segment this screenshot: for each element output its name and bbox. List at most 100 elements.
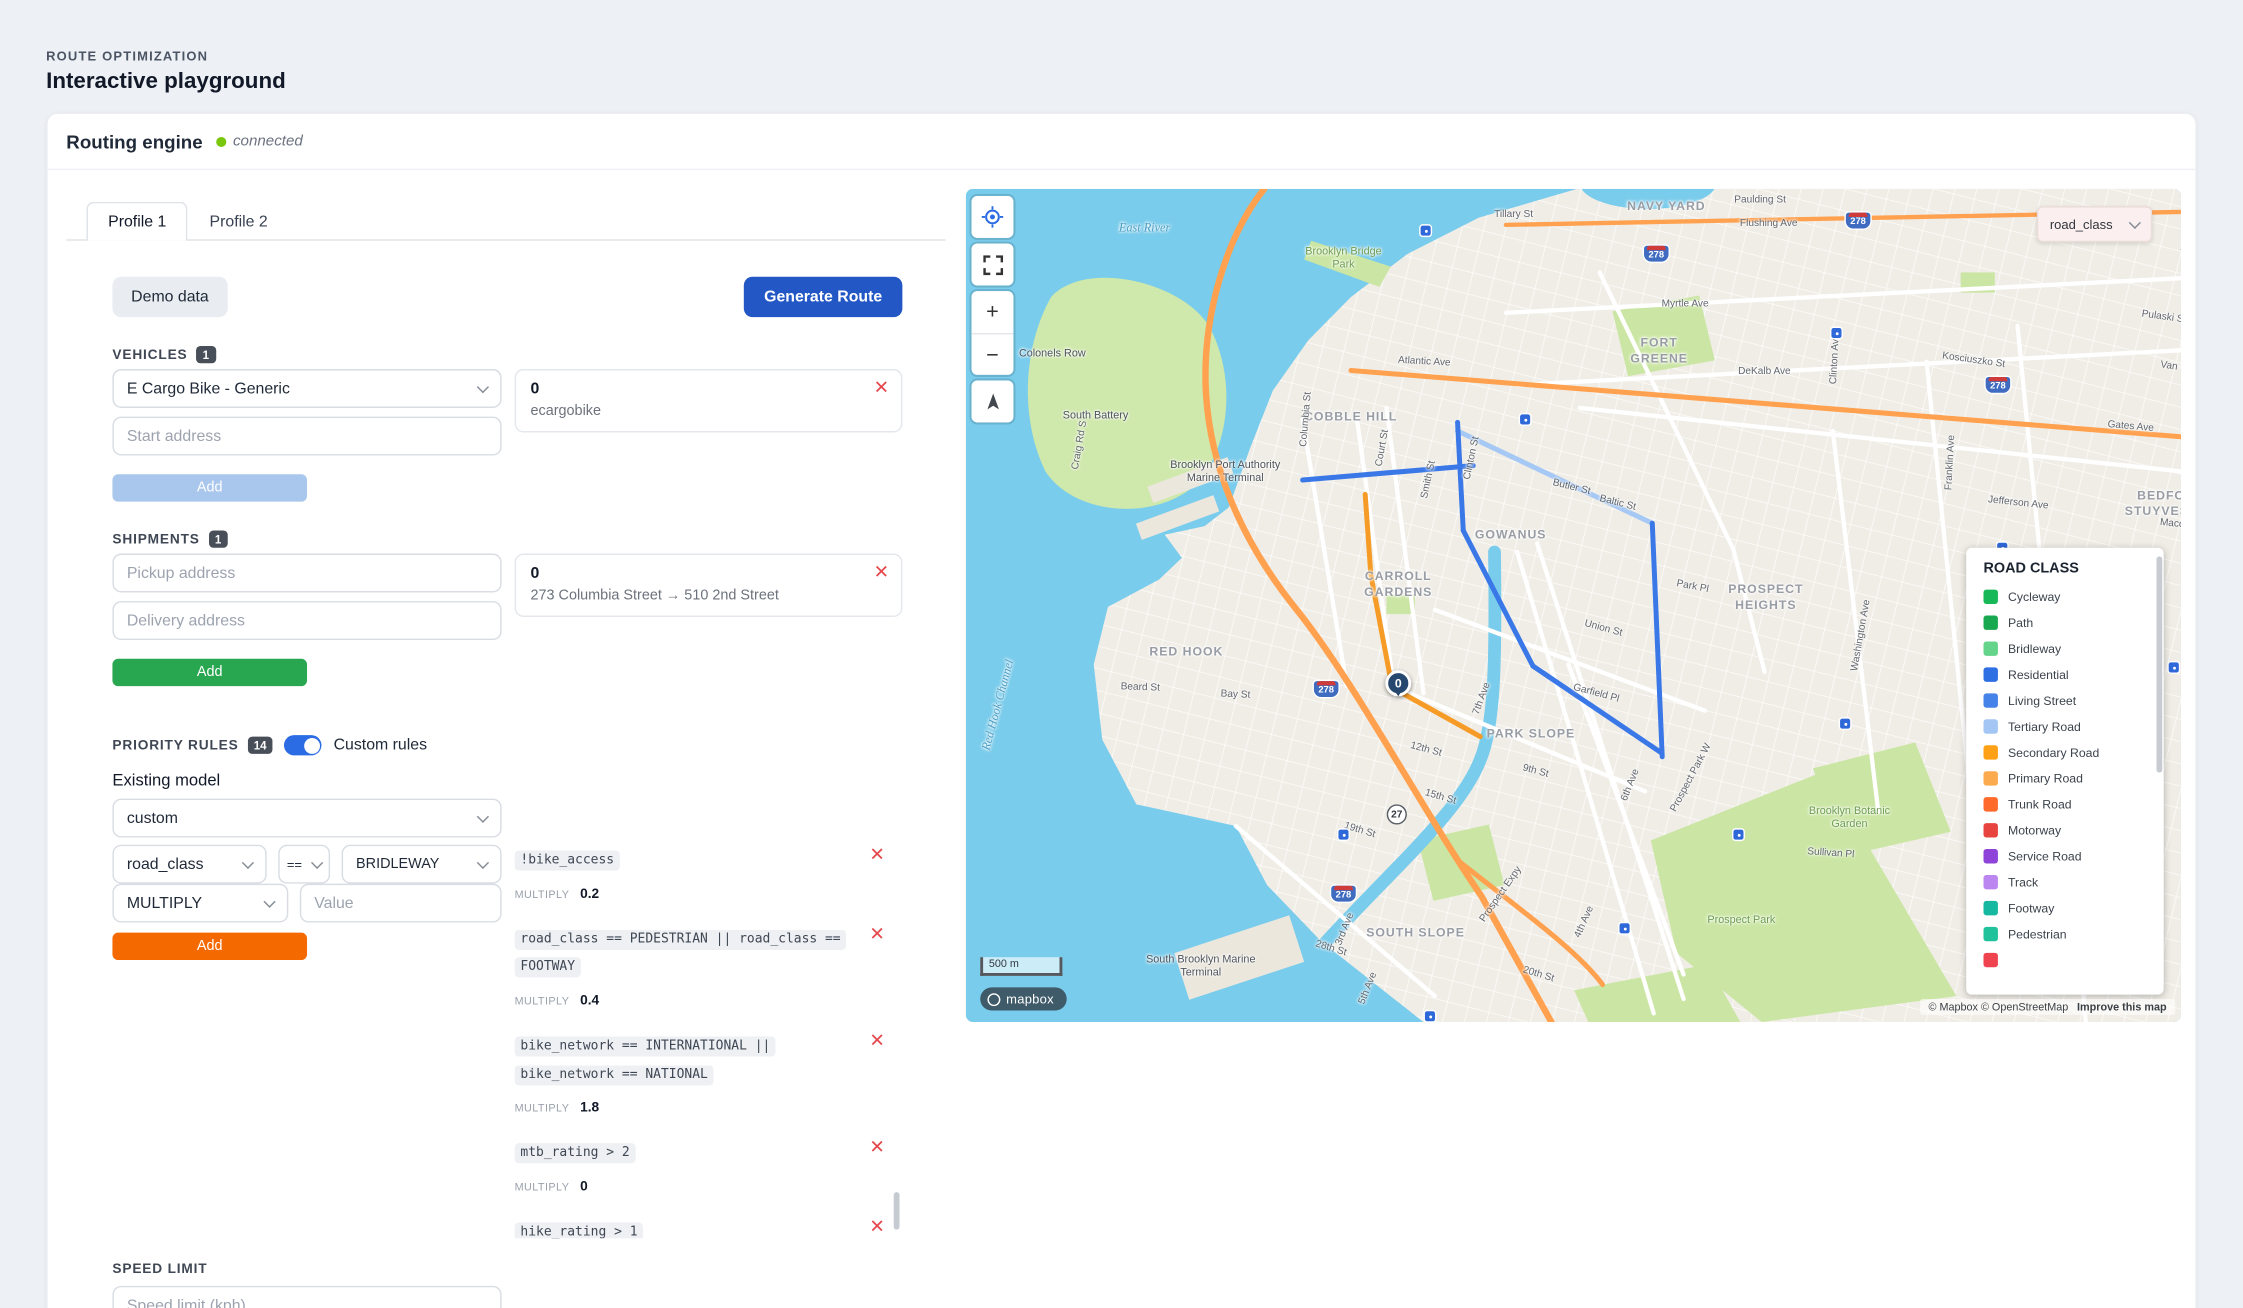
rule-value-select[interactable]: BRIDLEWAY (342, 845, 502, 884)
transit-station-icon (2167, 661, 2180, 674)
legend-color-swatch (1984, 745, 1998, 759)
profile-tab[interactable]: Profile 2 (188, 202, 289, 241)
legend-item: Motorway (1984, 817, 2156, 843)
legend-color-swatch (1984, 616, 1998, 630)
improve-map-link[interactable]: Improve this map (2077, 1000, 2167, 1013)
geolocate-button[interactable] (972, 196, 1014, 238)
rule-action-label: MULTIPLY (515, 995, 570, 1008)
remove-rule-button[interactable]: ✕ (869, 1216, 885, 1235)
rule-condition: hike_rating > 1 (515, 1222, 644, 1238)
legend-label: Trunk Road (2008, 797, 2072, 811)
fullscreen-icon (982, 254, 1002, 274)
page-title: Interactive playground (46, 69, 2243, 95)
zoom-control: + − (972, 291, 1014, 375)
legend-color-swatch (1984, 590, 1998, 604)
mapbox-logo[interactable]: mapbox (980, 987, 1067, 1010)
transit-station-icon (1839, 717, 1852, 730)
map-layer-select[interactable]: road_class (2037, 206, 2152, 242)
transit-station-icon (1337, 828, 1350, 841)
legend-item: Path (1984, 610, 2156, 636)
minus-icon: − (986, 342, 999, 367)
rule-value-value: BRIDLEWAY (356, 856, 439, 872)
remove-vehicle-button[interactable]: ✕ (874, 378, 890, 397)
legend-label: Primary Road (2008, 771, 2083, 785)
vehicle-items: 0 ecargobike ✕ (515, 369, 903, 502)
legend-color-swatch (1984, 953, 1998, 967)
map-layer-value: road_class (2050, 217, 2113, 231)
rule-multiplier-value: 0.2 (580, 886, 599, 902)
pickup-address-input[interactable] (112, 554, 501, 593)
remove-shipment-button[interactable]: ✕ (874, 562, 890, 581)
rule-value-input[interactable] (300, 884, 502, 923)
rules-list[interactable]: !bike_access MULTIPLY 0.2 ✕ (515, 845, 903, 1239)
vehicle-type-value: E Cargo Bike - Generic (127, 380, 290, 397)
remove-rule-button[interactable]: ✕ (869, 1031, 885, 1050)
shipments-section-label: SHIPMENTS 1 (112, 530, 902, 547)
legend-color-swatch (1984, 771, 1998, 785)
rule-row: !bike_access MULTIPLY 0.2 ✕ (515, 845, 885, 905)
rule-condition: road_class == PEDESTRIAN || road_class =… (515, 929, 847, 977)
shipment-id: 0 (530, 565, 866, 582)
legend-item: Secondary Road (1984, 739, 2156, 765)
remove-rule-button[interactable]: ✕ (869, 1138, 885, 1157)
legend-title: ROAD CLASS (1984, 561, 2156, 577)
mapbox-logo-icon (987, 992, 1000, 1005)
demo-data-button[interactable]: Demo data (112, 277, 227, 317)
legend-color-swatch (1984, 667, 1998, 681)
legend-item: Bridleway (1984, 636, 2156, 662)
geolocate-control (972, 196, 1014, 238)
rules-scrollbar[interactable] (894, 1192, 900, 1229)
priority-rules-count-badge: 14 (247, 737, 273, 754)
rule-action-select[interactable]: MULTIPLY (112, 884, 288, 923)
compass-button[interactable] (972, 381, 1014, 423)
shipments-label: SHIPMENTS (112, 531, 199, 547)
stop-marker-pin[interactable]: 0 (1385, 670, 1411, 696)
model-select-value: custom (127, 809, 178, 826)
add-vehicle-button[interactable]: Add (112, 474, 307, 501)
mapbox-attribution-link[interactable]: © Mapbox (1929, 1000, 1981, 1013)
rule-operator-select[interactable]: == (278, 845, 330, 884)
app-viewport: ROUTE OPTIMIZATION Interactive playgroun… (0, 0, 2243, 1308)
page-header: ROUTE OPTIMIZATION Interactive playgroun… (0, 0, 2243, 95)
legend-label: Secondary Road (2008, 745, 2099, 759)
remove-rule-button[interactable]: ✕ (869, 845, 885, 864)
speed-limit-input[interactable] (112, 1286, 501, 1308)
legend-label: Cycleway (2008, 590, 2060, 604)
chevron-down-icon (477, 856, 489, 868)
add-rule-button[interactable]: Add (112, 933, 307, 960)
shipments-count-badge: 1 (208, 530, 227, 547)
generate-route-button[interactable]: Generate Route (744, 277, 902, 317)
map-attribution: © Mapbox © OpenStreetMap Improve this ma… (1920, 999, 2175, 1015)
legend-label: Service Road (2008, 849, 2082, 863)
legend-color-swatch (1984, 823, 1998, 837)
zoom-in-button[interactable]: + (972, 291, 1014, 333)
config-panel: Profile 1Profile 2 Demo data Generate Ro… (66, 189, 945, 1308)
vehicle-type-select[interactable]: E Cargo Bike - Generic (112, 369, 501, 408)
plus-icon: + (986, 300, 999, 325)
transit-station-icon (1830, 326, 1843, 339)
osm-attribution-link[interactable]: © OpenStreetMap (1981, 1000, 2068, 1013)
zoom-out-button[interactable]: − (972, 333, 1014, 375)
rule-operator-value: == (287, 857, 302, 871)
legend-item: Living Street (1984, 688, 2156, 714)
route-shield-icon: 27 (1387, 804, 1407, 824)
legend-item: Primary Road (1984, 765, 2156, 791)
connection-status: connected (216, 133, 303, 150)
road-class-legend[interactable]: ROAD CLASS Cycleway Path (1966, 548, 2163, 995)
start-address-input[interactable] (112, 417, 501, 456)
remove-rule-button[interactable]: ✕ (869, 923, 885, 942)
legend-label: Footway (2008, 901, 2054, 915)
add-shipment-button[interactable]: Add (112, 659, 307, 686)
profile-tab[interactable]: Profile 1 (86, 202, 187, 241)
delivery-address-input[interactable] (112, 601, 501, 640)
mapbox-wordmark: mapbox (1006, 992, 1054, 1006)
legend-scrollbar[interactable] (2156, 556, 2162, 772)
custom-rules-toggle[interactable] (285, 735, 322, 755)
fullscreen-button[interactable] (972, 244, 1014, 286)
legend-item: Service Road (1984, 843, 2156, 869)
model-select[interactable]: custom (112, 799, 501, 838)
rule-row: bike_network == INTERNATIONAL || bike_ne… (515, 1031, 885, 1119)
rule-field-select[interactable]: road_class (112, 845, 266, 884)
priority-rules-header: PRIORITY RULES 14 Custom rules (112, 735, 902, 755)
map[interactable]: NAVY YARDEast RiverBrooklyn Bridge ParkP… (966, 189, 2181, 1022)
